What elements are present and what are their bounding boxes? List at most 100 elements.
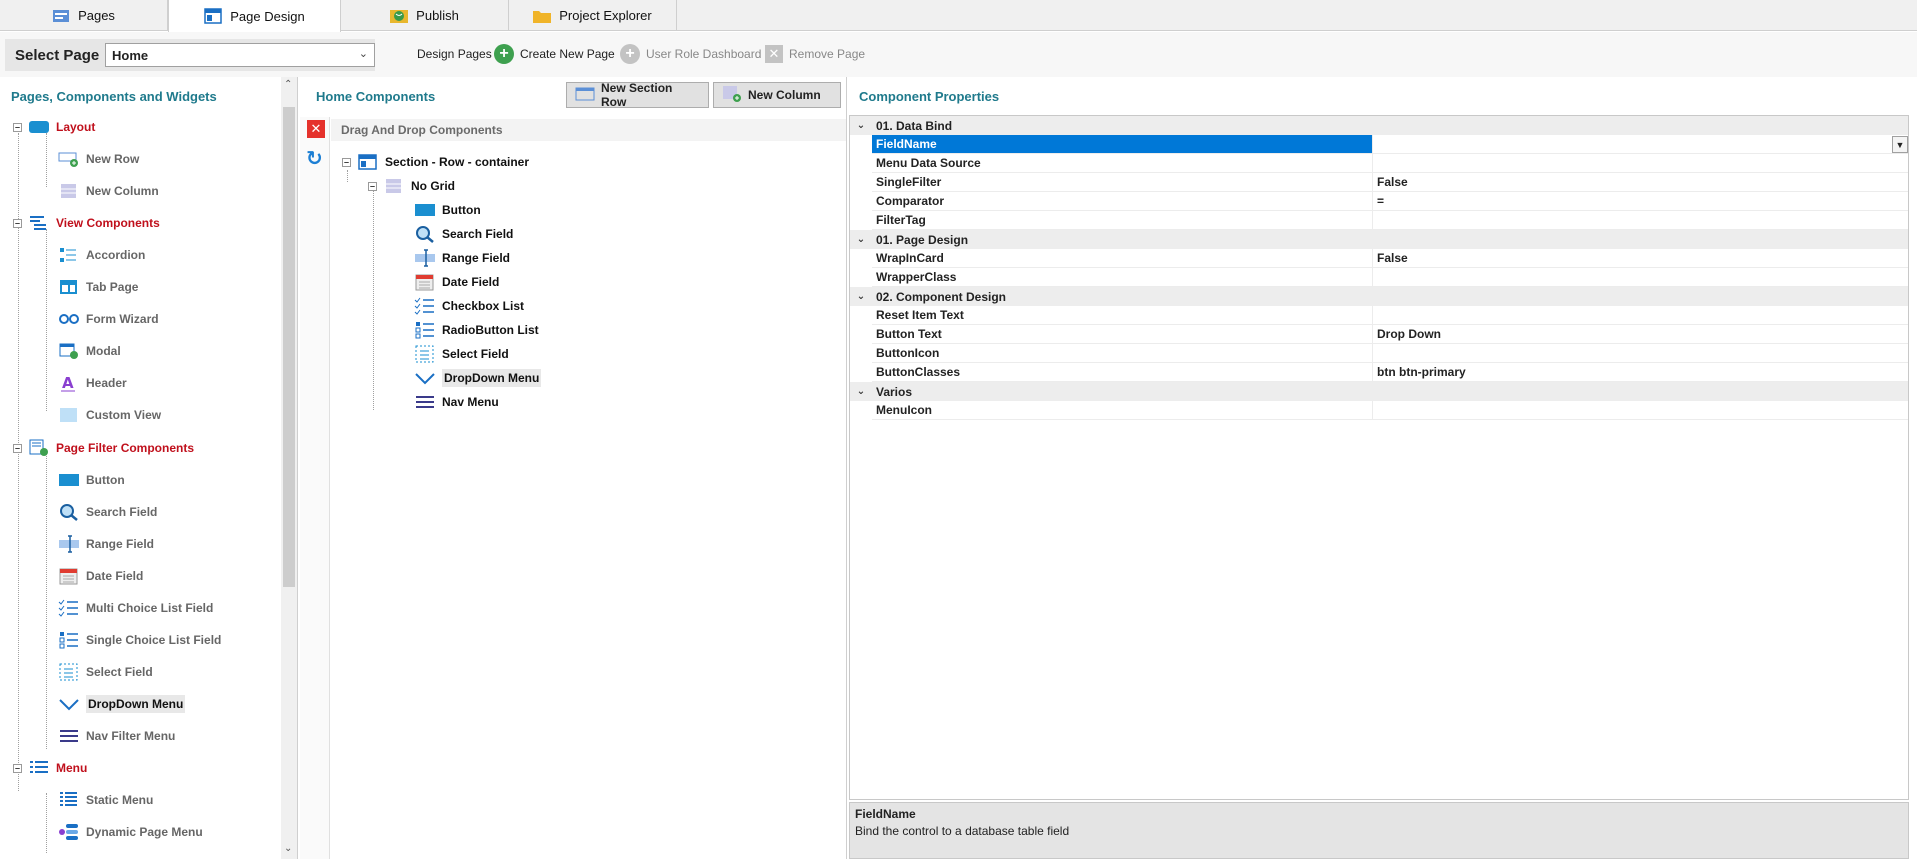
left-panel: Pages, Components and Widgets – Layout N… <box>0 77 298 859</box>
property-row[interactable]: WrapInCard False <box>850 249 1908 268</box>
tab-project-explorer[interactable]: Project Explorer <box>509 0 677 31</box>
tree-item-custom-view[interactable]: Custom View <box>58 404 161 426</box>
property-row[interactable]: Button Text Drop Down <box>850 325 1908 344</box>
tree-item-range-field[interactable]: Range Field <box>58 533 154 555</box>
property-value[interactable] <box>1372 268 1908 287</box>
property-row[interactable]: ButtonIcon <box>850 344 1908 363</box>
collapse-icon[interactable]: – <box>13 443 22 453</box>
section-row-node[interactable]: – Section - Row - container <box>342 151 529 173</box>
property-value[interactable]: False <box>1372 249 1908 268</box>
tree-item-search-field[interactable]: Search Field <box>58 501 157 523</box>
component-node[interactable]: Range Field <box>414 247 510 269</box>
chevron-down-icon[interactable]: ⌄ <box>850 386 872 397</box>
tree-item-date-field[interactable]: Date Field <box>58 565 143 587</box>
close-icon[interactable]: ✕ <box>307 120 325 138</box>
property-row[interactable]: Menu Data Source <box>850 154 1908 173</box>
tree-item-modal[interactable]: Modal <box>58 340 121 362</box>
tree-item-button[interactable]: Button <box>58 469 125 491</box>
tree-item-header[interactable]: A Header <box>58 372 127 394</box>
refresh-icon[interactable]: ↻ <box>306 149 326 169</box>
property-value[interactable]: False <box>1372 173 1908 192</box>
tree-item-dynamic-page-menu[interactable]: Dynamic Page Menu <box>58 821 203 843</box>
select-page-dropdown[interactable]: Home ⌄ <box>105 43 375 67</box>
chevron-down-icon[interactable]: ⌄ <box>850 120 872 131</box>
property-value[interactable] <box>1372 401 1908 420</box>
chevron-down-icon[interactable]: ⌄ <box>850 234 872 245</box>
grid-node[interactable]: – No Grid <box>368 175 455 197</box>
tab-publish[interactable]: Publish <box>341 0 509 31</box>
property-value[interactable]: btn btn-primary <box>1372 363 1908 382</box>
property-row[interactable]: MenuIcon <box>850 401 1908 420</box>
left-scrollbar[interactable]: ⌃ ⌄ <box>281 77 297 859</box>
chevron-down-icon[interactable]: ⌄ <box>850 291 872 302</box>
tree-item-dropdown-menu[interactable]: DropDown Menu <box>58 693 186 715</box>
scroll-down-icon[interactable]: ⌄ <box>284 843 292 854</box>
tree-item-nav-filter-menu[interactable]: Nav Filter Menu <box>58 725 175 747</box>
tab-pages[interactable]: Pages <box>0 0 168 31</box>
property-name: ButtonIcon <box>872 344 1372 363</box>
tree-item-select-field[interactable]: Select Field <box>58 661 153 683</box>
close-icon: ✕ <box>765 45 783 63</box>
item-label: Select Field <box>86 665 153 679</box>
tree-item-tab-page[interactable]: Tab Page <box>58 276 138 298</box>
component-node[interactable]: Nav Menu <box>414 391 499 413</box>
tree-item-static-menu[interactable]: Static Menu <box>58 789 153 811</box>
property-value[interactable] <box>1372 154 1908 173</box>
tree-item-single-choice[interactable]: Single Choice List Field <box>58 629 221 651</box>
property-value[interactable] <box>1372 306 1908 325</box>
property-row[interactable]: Comparator = <box>850 192 1908 211</box>
tree-item-form-wizard[interactable]: Form Wizard <box>58 308 159 330</box>
scroll-up-icon[interactable]: ⌃ <box>284 79 292 90</box>
property-value[interactable] <box>1372 211 1908 230</box>
folder-icon <box>533 8 552 24</box>
tree-item-new-row[interactable]: New Row <box>58 148 139 170</box>
property-category[interactable]: ⌄ Varios <box>850 382 1908 401</box>
component-node[interactable]: Select Field <box>414 343 509 365</box>
property-value[interactable] <box>1372 344 1908 363</box>
tree-group-view-components[interactable]: – View Components <box>13 212 160 234</box>
component-node[interactable]: Checkbox List <box>414 295 524 317</box>
property-row[interactable]: FilterTag <box>850 211 1908 230</box>
component-node-selected[interactable]: DropDown Menu <box>414 367 542 389</box>
scroll-thumb[interactable] <box>283 107 295 587</box>
tree-group-menu[interactable]: – Menu <box>13 757 87 779</box>
user-role-dashboard-button[interactable]: + User Role Dashboard <box>620 43 761 65</box>
range-icon <box>58 535 80 553</box>
tab-page-design[interactable]: Page Design <box>168 0 341 32</box>
tree-item-new-column[interactable]: New Column <box>58 180 159 202</box>
create-new-page-button[interactable]: + Create New Page <box>494 43 615 65</box>
property-value[interactable]: Drop Down <box>1372 325 1908 344</box>
component-node[interactable]: Button <box>414 199 481 221</box>
property-category[interactable]: ⌄ 02. Component Design <box>850 287 1908 306</box>
tree-item-multi-choice[interactable]: Multi Choice List Field <box>58 597 213 619</box>
property-category[interactable]: ⌄ 01. Data Bind <box>850 116 1908 135</box>
new-section-row-button[interactable]: New Section Row <box>566 81 709 109</box>
globe-icon <box>390 8 409 24</box>
tree-group-page-filter[interactable]: – Page Filter Components <box>13 437 194 459</box>
property-value[interactable] <box>1372 135 1908 154</box>
collapse-icon[interactable]: – <box>13 218 22 228</box>
collapse-icon[interactable]: – <box>368 181 377 191</box>
property-row[interactable]: WrapperClass <box>850 268 1908 287</box>
chevron-down-icon[interactable]: ▼ <box>1892 136 1908 153</box>
remove-page-button[interactable]: ✕ Remove Page <box>765 43 865 65</box>
category-label: Varios <box>876 384 913 399</box>
tree-group-layout[interactable]: – Layout <box>13 116 95 138</box>
property-row[interactable]: FieldName ▼ <box>850 135 1908 154</box>
collapse-icon[interactable]: – <box>13 122 22 132</box>
tree-item-accordion[interactable]: Accordion <box>58 244 145 266</box>
component-node[interactable]: Search Field <box>414 223 513 245</box>
calendar-icon <box>414 273 436 291</box>
item-label: Range Field <box>86 537 155 551</box>
right-panel: Component Properties ⌄ 01. Data Bind Fie… <box>849 77 1917 859</box>
collapse-icon[interactable]: – <box>342 157 351 167</box>
property-row[interactable]: SingleFilter False <box>850 173 1908 192</box>
property-row[interactable]: Reset Item Text <box>850 306 1908 325</box>
component-node[interactable]: Date Field <box>414 271 499 293</box>
property-category[interactable]: ⌄ 01. Page Design <box>850 230 1908 249</box>
collapse-icon[interactable]: – <box>13 763 22 773</box>
new-column-button[interactable]: New Column <box>713 82 841 108</box>
property-value[interactable]: = <box>1372 192 1908 211</box>
property-row[interactable]: ButtonClasses btn btn-primary <box>850 363 1908 382</box>
component-node[interactable]: RadioButton List <box>414 319 539 341</box>
